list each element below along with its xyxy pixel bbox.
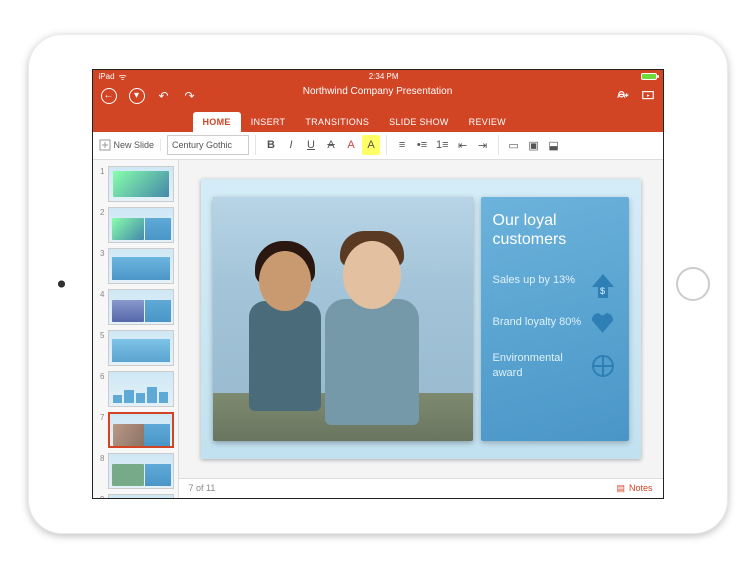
bullets-button[interactable]: •≡ bbox=[413, 135, 431, 155]
font-family-select[interactable]: Century Gothic bbox=[167, 135, 249, 155]
title-bar: ← ▾ ↶ ↷ Northwind Company Presentation bbox=[93, 84, 663, 108]
share-button[interactable] bbox=[617, 89, 631, 103]
slide-photo bbox=[213, 197, 473, 441]
thumb-1[interactable] bbox=[108, 166, 174, 202]
current-slide[interactable]: Our loyal customers Sales up by 13% Bran… bbox=[201, 179, 641, 459]
highlight-button[interactable]: A bbox=[362, 135, 380, 155]
underline-button[interactable]: U bbox=[302, 135, 320, 155]
shape-button[interactable]: ▭ bbox=[505, 135, 523, 155]
tab-transitions[interactable]: TRANSITIONS bbox=[295, 112, 379, 132]
numbering-button[interactable]: 1≡ bbox=[433, 135, 452, 155]
slide-thumbnails[interactable]: 1 2 3 4 5 6 7 8 9 bbox=[93, 160, 179, 498]
arrange-button[interactable]: ▣ bbox=[525, 135, 543, 155]
battery-icon bbox=[641, 73, 657, 80]
thumb-7[interactable] bbox=[108, 412, 174, 448]
ios-status-bar: iPad ᯤ 2:34 PM bbox=[93, 70, 663, 84]
tab-insert[interactable]: INSERT bbox=[241, 112, 296, 132]
stat-environmental: Environmental award bbox=[493, 351, 617, 381]
thumb-3[interactable] bbox=[108, 248, 174, 284]
ribbon-tabs: HOME INSERT TRANSITIONS SLIDE SHOW REVIE… bbox=[93, 108, 663, 132]
align-button[interactable]: ≡ bbox=[393, 135, 411, 155]
indent-decrease-button[interactable]: ⇤ bbox=[454, 135, 472, 155]
italic-button[interactable]: I bbox=[282, 135, 300, 155]
home-button[interactable] bbox=[676, 267, 710, 301]
object-button[interactable]: ⬓ bbox=[545, 135, 563, 155]
thumb-4[interactable] bbox=[108, 289, 174, 325]
arrow-up-dollar-icon bbox=[589, 267, 617, 295]
editor-footer: 7 of 11 ▤ Notes bbox=[179, 478, 663, 498]
thumb-5[interactable] bbox=[108, 330, 174, 366]
thumb-2[interactable] bbox=[108, 207, 174, 243]
document-title: Northwind Company Presentation bbox=[303, 86, 453, 97]
page-indicator: 7 of 11 bbox=[189, 483, 216, 493]
screen: iPad ᯤ 2:34 PM ← ▾ ↶ ↷ Northwind Company… bbox=[92, 69, 664, 499]
stat-loyalty: Brand loyalty 80% bbox=[493, 309, 617, 337]
notes-toggle[interactable]: ▤ Notes bbox=[616, 483, 652, 494]
wifi-icon: ᯤ bbox=[119, 70, 127, 83]
undo-button[interactable]: ↶ bbox=[157, 89, 171, 103]
content-area: 1 2 3 4 5 6 7 8 9 bbox=[93, 160, 663, 498]
tab-review[interactable]: REVIEW bbox=[459, 112, 516, 132]
strikethrough-button[interactable]: A bbox=[322, 135, 340, 155]
font-color-button[interactable]: A bbox=[342, 135, 360, 155]
redo-button[interactable]: ↷ bbox=[183, 89, 197, 103]
heart-icon bbox=[589, 309, 617, 337]
bold-button[interactable]: B bbox=[262, 135, 280, 155]
slide-editor: Our loyal customers Sales up by 13% Bran… bbox=[179, 160, 663, 498]
file-button[interactable]: ▾ bbox=[129, 88, 145, 104]
panel-title: Our loyal customers bbox=[493, 211, 617, 249]
ipad-frame: iPad ᯤ 2:34 PM ← ▾ ↶ ↷ Northwind Company… bbox=[28, 34, 728, 534]
back-button[interactable]: ← bbox=[101, 88, 117, 104]
thumb-6[interactable] bbox=[108, 371, 174, 407]
thumb-9[interactable] bbox=[108, 494, 174, 498]
indent-increase-button[interactable]: ⇥ bbox=[474, 135, 492, 155]
new-slide-button[interactable]: New Slide bbox=[99, 139, 155, 151]
format-toolbar: New Slide Century Gothic B I U A A A ≡ •… bbox=[93, 132, 663, 160]
globe-icon bbox=[589, 352, 617, 380]
tab-slideshow[interactable]: SLIDE SHOW bbox=[379, 112, 459, 132]
camera-dot bbox=[58, 280, 65, 287]
present-button[interactable] bbox=[641, 89, 655, 103]
carrier-label: iPad bbox=[99, 72, 115, 81]
tab-home[interactable]: HOME bbox=[193, 112, 241, 132]
notes-icon: ▤ bbox=[616, 483, 625, 494]
slide-info-panel: Our loyal customers Sales up by 13% Bran… bbox=[481, 197, 629, 441]
thumb-8[interactable] bbox=[108, 453, 174, 489]
stat-sales: Sales up by 13% bbox=[493, 267, 617, 295]
status-time: 2:34 PM bbox=[369, 72, 399, 81]
